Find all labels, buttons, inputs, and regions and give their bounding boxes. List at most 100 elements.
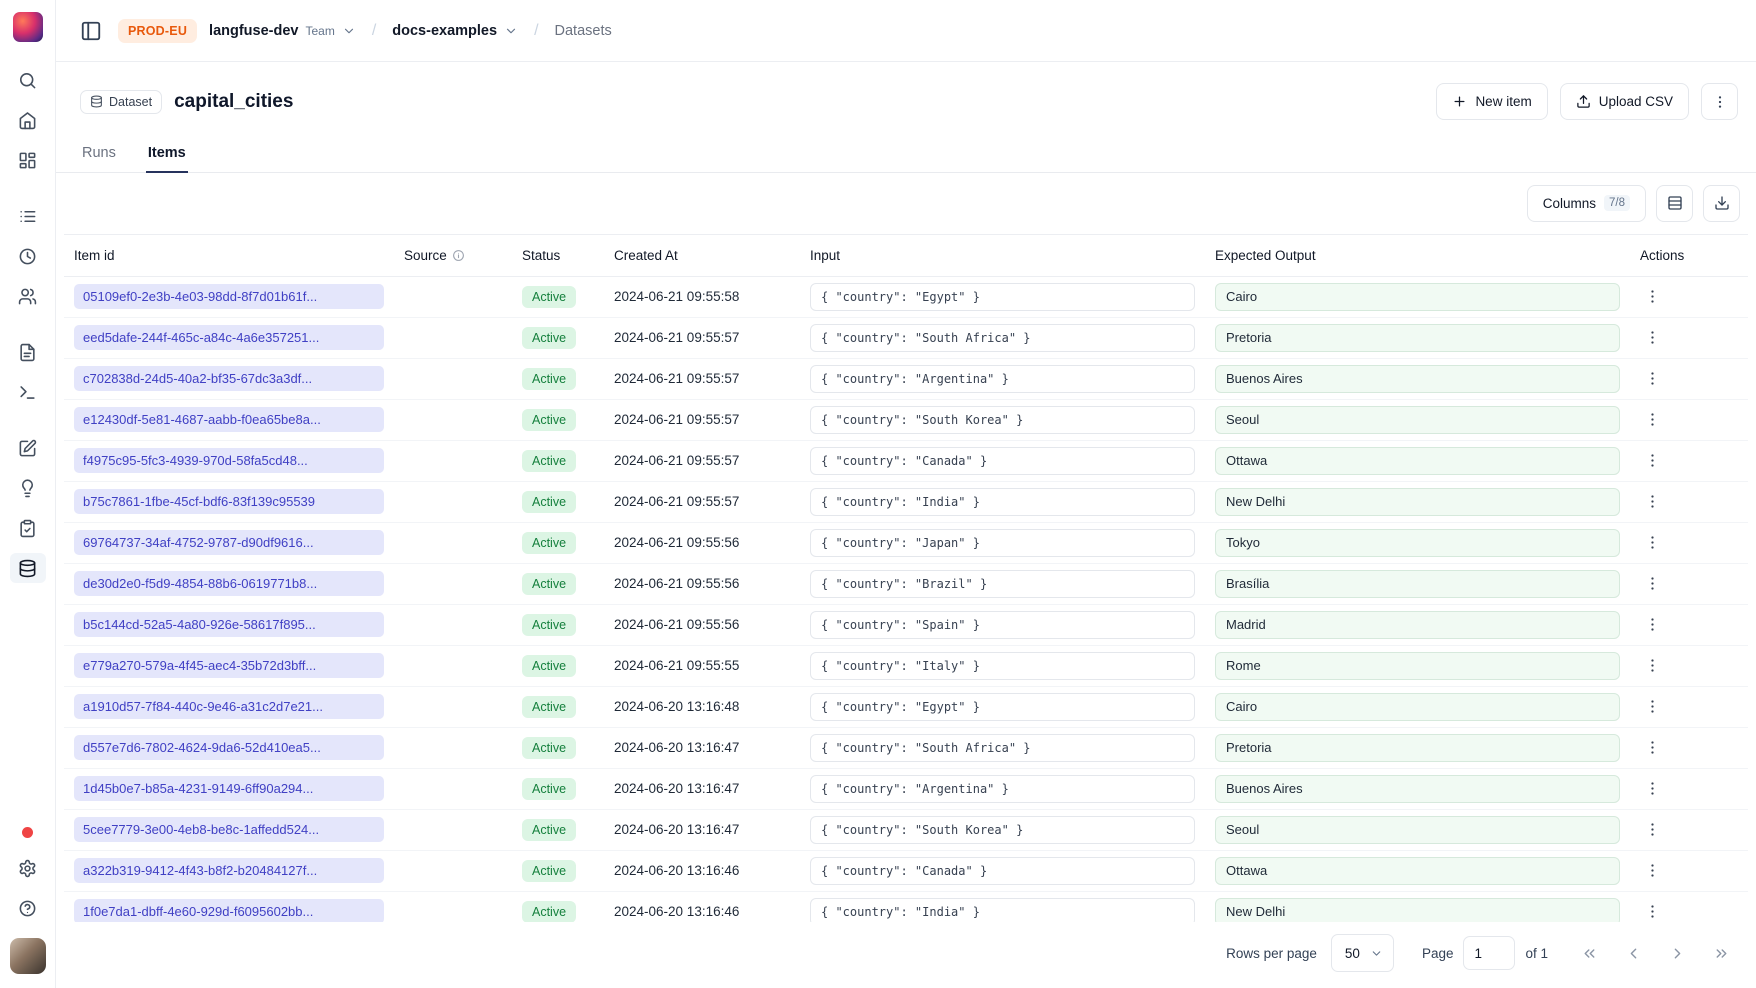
table-row[interactable]: f4975c95-5fc3-4939-970d-58fa5cd48... Act… <box>64 440 1748 481</box>
source-cell <box>394 686 512 727</box>
settings-gear-icon[interactable] <box>10 853 46 883</box>
status-cell: Active <box>512 522 604 563</box>
evaluation-icon[interactable] <box>10 473 46 503</box>
table-row[interactable]: 69764737-34af-4752-9787-d90df9616... Act… <box>64 522 1748 563</box>
table-row[interactable]: c702838d-24d5-40a2-bf35-67dc3a3df... Act… <box>64 358 1748 399</box>
tab-items[interactable]: Items <box>146 137 188 173</box>
item-id-link[interactable]: a1910d57-7f84-440c-9e46-a31c2d7e21... <box>74 694 384 719</box>
item-id-link[interactable]: de30d2e0-f5d9-4854-88b6-0619771b8... <box>74 571 384 596</box>
table-row[interactable]: 1d45b0e7-b85a-4231-9149-6ff90a294... Act… <box>64 768 1748 809</box>
item-id-link[interactable]: b5c144cd-52a5-4a80-926e-58617f895... <box>74 612 384 637</box>
item-id-link[interactable]: e12430df-5e81-4687-aabb-f0ea65be8a... <box>74 407 384 432</box>
item-id-link[interactable]: f4975c95-5fc3-4939-970d-58fa5cd48... <box>74 448 384 473</box>
users-icon[interactable] <box>10 281 46 311</box>
item-id-link[interactable]: d557e7d6-7802-4624-9da6-52d410ea5... <box>74 735 384 760</box>
sessions-icon[interactable] <box>10 241 46 271</box>
annotation-icon[interactable] <box>10 513 46 543</box>
page-number-input[interactable] <box>1463 936 1515 970</box>
rows-per-page-value: 50 <box>1345 946 1360 961</box>
item-id-link[interactable]: 1f0e7da1-dbff-4e60-929d-f6095602bb... <box>74 899 384 922</box>
table-row[interactable]: e779a270-579a-4f45-aec4-35b72d3bff... Ac… <box>64 645 1748 686</box>
table-row[interactable]: e12430df-5e81-4687-aabb-f0ea65be8a... Ac… <box>64 399 1748 440</box>
rows-per-page-select[interactable]: 50 <box>1331 934 1394 972</box>
item-id-link[interactable]: 05109ef0-2e3b-4e03-98dd-8f7d01b61f... <box>74 284 384 309</box>
item-id-link[interactable]: c702838d-24d5-40a2-bf35-67dc3a3df... <box>74 366 384 391</box>
table-row[interactable]: b75c7861-1fbe-45cf-bdf6-83f139c95539 Act… <box>64 481 1748 522</box>
row-actions-button[interactable] <box>1640 776 1665 801</box>
item-id-link[interactable]: e779a270-579a-4f45-aec4-35b72d3bff... <box>74 653 384 678</box>
prompts-icon[interactable] <box>10 337 46 367</box>
table-row[interactable]: 5cee7779-3e00-4eb8-be8c-1affedd524... Ac… <box>64 809 1748 850</box>
sidebar-toggle-icon[interactable] <box>76 16 106 46</box>
page-header: Dataset capital_cities New item Upload C… <box>56 62 1756 135</box>
item-id-cell: b5c144cd-52a5-4a80-926e-58617f895... <box>64 604 394 645</box>
support-help-icon[interactable] <box>10 893 46 923</box>
queries-icon[interactable] <box>10 433 46 463</box>
item-id-link[interactable]: 69764737-34af-4752-9787-d90df9616... <box>74 530 384 555</box>
last-page-button[interactable] <box>1704 936 1738 970</box>
columns-button[interactable]: Columns 7/8 <box>1527 185 1646 222</box>
source-cell <box>394 891 512 922</box>
notification-dot-icon[interactable] <box>22 827 33 838</box>
status-cell: Active <box>512 358 604 399</box>
playground-icon[interactable] <box>10 377 46 407</box>
table-row[interactable]: de30d2e0-f5d9-4854-88b6-0619771b8... Act… <box>64 563 1748 604</box>
row-actions-button[interactable] <box>1640 325 1665 350</box>
row-actions-button[interactable] <box>1640 571 1665 596</box>
table-row[interactable]: 05109ef0-2e3b-4e03-98dd-8f7d01b61f... Ac… <box>64 276 1748 317</box>
first-page-button[interactable] <box>1572 936 1606 970</box>
org-switcher[interactable]: langfuse-dev Team <box>209 23 356 39</box>
dashboard-icon[interactable] <box>10 145 46 175</box>
row-actions-button[interactable] <box>1640 530 1665 555</box>
datasets-icon[interactable] <box>10 553 46 583</box>
status-badge: Active <box>522 655 576 677</box>
tracing-icon[interactable] <box>10 201 46 231</box>
langfuse-logo-icon[interactable] <box>13 12 43 42</box>
row-actions-button[interactable] <box>1640 612 1665 637</box>
item-id-link[interactable]: eed5dafe-244f-465c-a84c-4a6e357251... <box>74 325 384 350</box>
item-id-link[interactable]: b75c7861-1fbe-45cf-bdf6-83f139c95539 <box>74 489 384 514</box>
item-id-link[interactable]: 5cee7779-3e00-4eb8-be8c-1affedd524... <box>74 817 384 842</box>
row-actions-button[interactable] <box>1640 653 1665 678</box>
table-row[interactable]: eed5dafe-244f-465c-a84c-4a6e357251... Ac… <box>64 317 1748 358</box>
row-actions-button[interactable] <box>1640 694 1665 719</box>
table-row[interactable]: a1910d57-7f84-440c-9e46-a31c2d7e21... Ac… <box>64 686 1748 727</box>
table-row[interactable]: d557e7d6-7802-4624-9da6-52d410ea5... Act… <box>64 727 1748 768</box>
table-body: 05109ef0-2e3b-4e03-98dd-8f7d01b61f... Ac… <box>64 276 1748 922</box>
item-id-link[interactable]: a322b319-9412-4f43-b8f2-b20484127f... <box>74 858 384 883</box>
project-switcher[interactable]: docs-examples <box>392 23 518 39</box>
actions-cell <box>1630 563 1748 604</box>
previous-page-button[interactable] <box>1616 936 1650 970</box>
table-row[interactable]: b5c144cd-52a5-4a80-926e-58617f895... Act… <box>64 604 1748 645</box>
row-actions-button[interactable] <box>1640 817 1665 842</box>
tab-runs[interactable]: Runs <box>80 137 118 173</box>
table-row[interactable]: 1f0e7da1-dbff-4e60-929d-f6095602bb... Ac… <box>64 891 1748 922</box>
expected-output-value: Buenos Aires <box>1215 775 1620 803</box>
row-height-button[interactable] <box>1656 185 1693 222</box>
row-actions-button[interactable] <box>1640 407 1665 432</box>
expected-output-cell: Seoul <box>1205 809 1630 850</box>
row-actions-button[interactable] <box>1640 448 1665 473</box>
breadcrumb-datasets[interactable]: Datasets <box>555 23 612 39</box>
search-icon[interactable] <box>10 65 46 95</box>
table-row[interactable]: a322b319-9412-4f43-b8f2-b20484127f... Ac… <box>64 850 1748 891</box>
row-actions-button[interactable] <box>1640 899 1665 922</box>
row-actions-button[interactable] <box>1640 489 1665 514</box>
home-icon[interactable] <box>10 105 46 135</box>
row-actions-button[interactable] <box>1640 735 1665 760</box>
expected-output-cell: Ottawa <box>1205 440 1630 481</box>
next-page-button[interactable] <box>1660 936 1694 970</box>
row-actions-button[interactable] <box>1640 858 1665 883</box>
export-button[interactable] <box>1703 185 1740 222</box>
upload-icon <box>1576 94 1591 109</box>
new-item-button[interactable]: New item <box>1436 83 1547 120</box>
upload-csv-button[interactable]: Upload CSV <box>1560 83 1689 120</box>
row-actions-button[interactable] <box>1640 284 1665 309</box>
expected-output-value: Ottawa <box>1215 857 1620 885</box>
kebab-menu-icon <box>1644 657 1661 674</box>
item-id-link[interactable]: 1d45b0e7-b85a-4231-9149-6ff90a294... <box>74 776 384 801</box>
created-at-cell: 2024-06-21 09:55:56 <box>604 604 800 645</box>
user-avatar[interactable] <box>10 938 46 974</box>
page-more-actions-button[interactable] <box>1701 83 1738 120</box>
row-actions-button[interactable] <box>1640 366 1665 391</box>
